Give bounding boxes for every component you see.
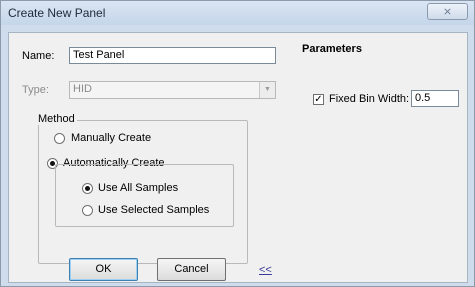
- chevron-down-icon[interactable]: ▼: [259, 82, 275, 98]
- method-group-label: Method: [36, 113, 77, 125]
- collapse-link[interactable]: <<: [259, 264, 272, 276]
- title-bar: Create New Panel ⨯: [1, 1, 474, 25]
- fixed-bin-width-checkbox[interactable]: ✓: [313, 94, 324, 105]
- name-label: Name:: [22, 50, 55, 62]
- fixed-bin-width-field[interactable]: 0.5: [411, 90, 459, 107]
- use-all-samples-label[interactable]: Use All Samples: [98, 182, 178, 194]
- use-all-samples-radio[interactable]: [82, 183, 93, 194]
- checkmark-icon: ✓: [314, 94, 323, 105]
- use-selected-samples-label[interactable]: Use Selected Samples: [98, 204, 209, 216]
- manually-create-radio[interactable]: [54, 133, 65, 144]
- name-field[interactable]: Test Panel: [69, 47, 276, 64]
- manually-create-label[interactable]: Manually Create: [71, 132, 151, 144]
- automatic-options-group: [55, 164, 234, 227]
- ok-button[interactable]: OK: [69, 258, 138, 281]
- fixed-bin-width-label[interactable]: Fixed Bin Width:: [329, 93, 409, 105]
- type-value: HID: [73, 83, 92, 95]
- close-icon[interactable]: ⨯: [427, 3, 468, 20]
- type-select[interactable]: HID ▼: [69, 81, 276, 99]
- use-selected-samples-radio[interactable]: [82, 205, 93, 216]
- parameters-title: Parameters: [302, 43, 362, 55]
- create-new-panel-window: Create New Panel ⨯ Name: Test Panel Type…: [0, 0, 475, 287]
- window-title: Create New Panel: [8, 6, 106, 20]
- dialog-body: Name: Test Panel Type: HID ▼ Method Manu…: [8, 32, 468, 283]
- cancel-button[interactable]: Cancel: [157, 258, 226, 281]
- type-label: Type:: [22, 84, 49, 96]
